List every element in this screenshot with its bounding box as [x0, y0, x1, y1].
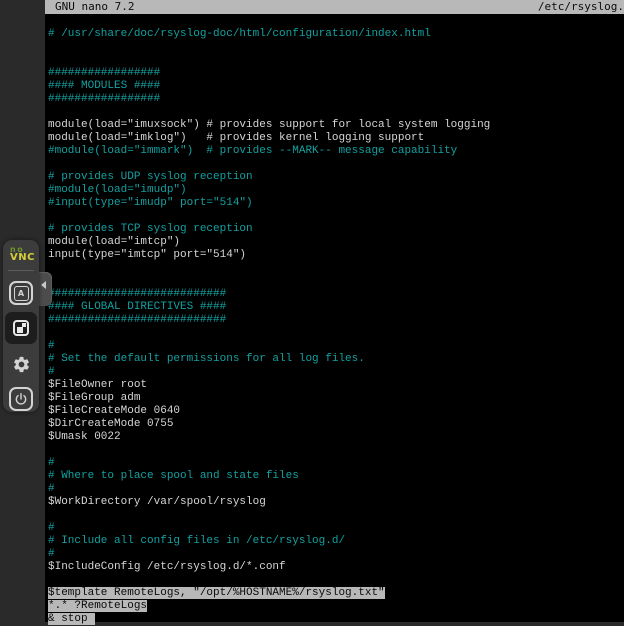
settings-button[interactable] [8, 351, 34, 377]
editor-line [48, 41, 624, 54]
editor-line [48, 210, 624, 223]
editor-line: # [48, 340, 624, 353]
editor-line [48, 509, 624, 522]
text-cursor [88, 613, 95, 625]
nano-titlebar: GNU nano 7.2 /etc/rsyslog. [45, 0, 624, 14]
editor-line: # [48, 457, 624, 470]
editor-line: $template RemoteLogs, "/opt/%HOSTNAME%/r… [48, 587, 624, 600]
editor-line: #### MODULES #### [48, 80, 624, 93]
editor-line [48, 574, 624, 587]
editor-line: $WorkDirectory /var/spool/rsyslog [48, 496, 624, 509]
editor-line: # [48, 548, 624, 561]
editor-line: $FileCreateMode 0640 [48, 405, 624, 418]
editor-line: ########################### [48, 288, 624, 301]
selected-text: *.* ?RemoteLogs [48, 600, 147, 612]
novnc-control-panel: no VNC A [3, 240, 39, 412]
chevron-left-icon [41, 281, 46, 289]
editor-line: module(load="imtcp") [48, 236, 624, 249]
editor-line [48, 327, 624, 340]
editor-line: $Umask 0022 [48, 431, 624, 444]
editor-line: # Include all config files in /etc/rsysl… [48, 535, 624, 548]
gear-icon [12, 355, 31, 374]
desktop: { "window": { "app_title": "GNU nano 7.2… [0, 0, 624, 622]
editor-line [48, 444, 624, 457]
editor-line: $DirCreateMode 0755 [48, 418, 624, 431]
editor-line: # [48, 366, 624, 379]
editor-line: module(load="imklog") # provides kernel … [48, 132, 624, 145]
editor-line: ################# [48, 67, 624, 80]
editor-line: # [48, 522, 624, 535]
editor-line: $FileGroup adm [48, 392, 624, 405]
editor-line [48, 158, 624, 171]
editor-line [48, 106, 624, 119]
editor-line: #module(load="imudp") [48, 184, 624, 197]
power-icon [14, 392, 28, 406]
editor-line: # Where to place spool and state files [48, 470, 624, 483]
editor-line: # provides UDP syslog reception [48, 171, 624, 184]
editor-line: module(load="imuxsock") # provides suppo… [48, 119, 624, 132]
editor-lines[interactable]: # /usr/share/doc/rsyslog-doc/html/config… [45, 25, 624, 611]
novnc-logo-bottom: VNC [10, 253, 35, 263]
panel-collapse-handle[interactable] [38, 272, 52, 306]
editor-line: ########################### [48, 314, 624, 327]
panel-divider [8, 270, 34, 271]
editor-line: #### GLOBAL DIRECTIVES #### [48, 301, 624, 314]
editor-line: #module(load="immark") # provides --MARK… [48, 145, 624, 158]
editor-line [48, 262, 624, 275]
nano-version: GNU nano 7.2 [45, 0, 134, 14]
novnc-logo: no VNC [3, 240, 35, 263]
editor-line: # /usr/share/doc/rsyslog-doc/html/config… [48, 28, 624, 41]
editor-line: $FileOwner root [48, 379, 624, 392]
editor-line: *.* ?RemoteLogs [48, 600, 624, 613]
fullscreen-icon [13, 320, 29, 336]
editor-line: input(type="imtcp" port="514") [48, 249, 624, 262]
editor-line [48, 275, 624, 288]
vnc-screen[interactable]: GNU nano 7.2 /etc/rsyslog. # /usr/share/… [45, 0, 624, 622]
selected-text: $template RemoteLogs, "/opt/%HOSTNAME%/r… [48, 587, 385, 599]
keyboard-button[interactable]: A [9, 281, 33, 305]
editor-line: # [48, 483, 624, 496]
fullscreen-button[interactable] [5, 312, 37, 344]
selected-text: & stop [48, 613, 88, 625]
editor-line: $IncludeConfig /etc/rsyslog.d/*.conf [48, 561, 624, 574]
editor-line: ################# [48, 93, 624, 106]
editor-line [48, 54, 624, 67]
nano-file-path: /etc/rsyslog. [538, 0, 624, 14]
editor-line: #input(type="imudp" port="514") [48, 197, 624, 210]
power-button[interactable] [9, 387, 33, 411]
editor-line: # Set the default permissions for all lo… [48, 353, 624, 366]
editor-line: & stop [48, 613, 624, 626]
editor-line: # provides TCP syslog reception [48, 223, 624, 236]
keycap-a-icon: A [14, 286, 29, 301]
